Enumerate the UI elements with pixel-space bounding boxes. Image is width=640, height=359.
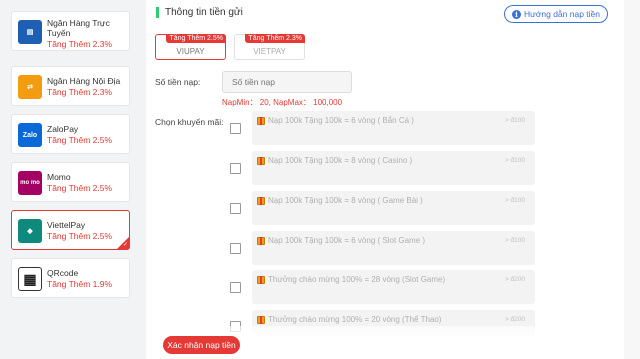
info-icon: i xyxy=(511,9,521,19)
method-bonus: Tăng Thêm 2.5% xyxy=(47,183,113,193)
domestic-bank-icon: ⇄ xyxy=(18,75,42,99)
promotion-text: Nạp 100k Tặng 100k = 8 vòng ( Game Bài ) xyxy=(268,196,423,205)
momo-icon: mo mo xyxy=(18,171,42,195)
amount-limits: NapMin： 20, NạpMax： 100,000 xyxy=(222,98,343,107)
method-bonus: Tăng Thêm 2.5% xyxy=(47,135,113,145)
page-title: Thông tin tiền gửi xyxy=(165,7,243,18)
channel-label: VIETPAY xyxy=(253,47,286,56)
deposit-page: ▤ Ngân Hàng Trực Tuyến Tăng Thêm 2.3% ⇄ N… xyxy=(0,0,640,359)
promotion-min: > đ100 xyxy=(504,197,525,204)
section-accent-bar xyxy=(156,7,159,18)
method-name: QRcode xyxy=(47,268,79,278)
method-online-bank[interactable]: ▤ Ngân Hàng Trực Tuyến Tăng Thêm 2.3% xyxy=(11,11,130,51)
promotion-text: Thưởng chào mừng 100% = 28 vòng (Slot Ga… xyxy=(268,275,446,284)
method-bonus: Tăng Thêm 2.3% xyxy=(47,39,113,49)
promotion-item[interactable]: Nạp 100k Tặng 100k = 6 vòng ( Slot Game … xyxy=(252,231,535,265)
promotion-item[interactable]: Thưởng chào mừng 100% = 28 vòng (Slot Ga… xyxy=(252,270,535,304)
gift-icon xyxy=(257,316,265,324)
gift-icon xyxy=(257,276,265,284)
deposit-guide-label: Hướng dẫn nạp tiền xyxy=(523,9,600,19)
online-bank-icon: ▤ xyxy=(18,20,42,44)
promotion-item[interactable]: Nạp 100k Tặng 100k = 8 vòng ( Game Bài )… xyxy=(252,191,535,225)
promotion-min: > đ200 xyxy=(504,316,525,323)
promotion-item[interactable]: Nạp 100k Tặng 100k = 8 vòng ( Casino ) >… xyxy=(252,151,535,185)
check-icon: ✓ xyxy=(122,242,128,248)
promotion-text: Nạp 100k Tặng 100k = 6 vòng ( Bắn Cá ) xyxy=(268,116,414,125)
promotion-label: Chọn khuyến mãi: xyxy=(155,117,224,127)
scrollbar[interactable] xyxy=(624,0,640,359)
method-qrcode[interactable]: ▦ QRcode Tăng Thêm 1.9% xyxy=(11,258,130,298)
gift-icon xyxy=(257,197,265,205)
promotion-min: > đ100 xyxy=(504,157,525,164)
zalopay-icon: Zalo xyxy=(18,123,42,147)
promotion-checkbox[interactable] xyxy=(230,243,241,254)
promotion-min: > đ200 xyxy=(504,276,525,283)
deposit-guide-button[interactable]: i Hướng dẫn nạp tiền xyxy=(504,5,608,23)
channel-bonus-tag: Tăng Thêm 2.5% xyxy=(166,34,226,43)
qrcode-icon: ▦ xyxy=(18,267,42,291)
method-name: Ngân Hàng Nội Địa xyxy=(47,76,121,86)
channel-label: VIUPAY xyxy=(176,47,205,56)
channel-bonus-tag: Tăng Thêm 2.3% xyxy=(245,34,305,43)
amount-label: Số tiền nạp: xyxy=(155,77,201,87)
payment-method-sidebar: ▤ Ngân Hàng Trực Tuyến Tăng Thêm 2.3% ⇄ N… xyxy=(0,0,146,359)
promotion-item[interactable]: Nạp 100k Tặng 100k = 6 vòng ( Bắn Cá ) >… xyxy=(252,111,535,145)
promotion-text: Nạp 100k Tặng 100k = 6 vòng ( Slot Game … xyxy=(268,236,426,245)
promotion-min: > đ100 xyxy=(504,237,525,244)
method-name: ZaloPay xyxy=(47,124,79,134)
method-viettelpay[interactable]: ◆ ViettelPay Tăng Thêm 2.5% ✓ xyxy=(11,210,130,250)
method-bonus: Tăng Thêm 1.9% xyxy=(47,279,113,289)
method-bonus: Tăng Thêm 2.3% xyxy=(47,87,113,97)
promotion-min: > đ100 xyxy=(504,117,525,124)
deposit-form-panel: Thông tin tiền gửi i Hướng dẫn nạp tiền … xyxy=(146,0,624,359)
promotion-text: Thưởng chào mừng 100% = 20 vòng (Thể Tha… xyxy=(268,315,442,324)
gift-icon xyxy=(257,237,265,245)
amount-input[interactable] xyxy=(222,71,352,93)
promotion-text: Nạp 100k Tặng 100k = 8 vòng ( Casino ) xyxy=(268,156,413,165)
method-zalopay[interactable]: Zalo ZaloPay Tăng Thêm 2.5% xyxy=(11,114,130,154)
gift-icon xyxy=(257,117,265,125)
method-name: Ngân Hàng Trực Tuyến xyxy=(47,18,110,38)
method-bonus: Tăng Thêm 2.5% xyxy=(47,231,113,241)
method-domestic-bank[interactable]: ⇄ Ngân Hàng Nội Địa Tăng Thêm 2.3% xyxy=(11,66,130,106)
gift-icon xyxy=(257,157,265,165)
promotion-checkbox[interactable] xyxy=(230,282,241,293)
promotion-checkbox[interactable] xyxy=(230,123,241,134)
channel-viupay[interactable]: Tăng Thêm 2.5% VIUPAY xyxy=(155,34,226,60)
method-momo[interactable]: mo mo Momo Tăng Thêm 2.5% xyxy=(11,162,130,202)
confirm-deposit-button[interactable]: Xác nhận nạp tiền xyxy=(163,336,240,354)
method-name: ViettelPay xyxy=(47,220,86,230)
method-name: Momo xyxy=(47,172,71,182)
channel-vietpay[interactable]: Tăng Thêm 2.3% VIETPAY xyxy=(234,34,305,60)
viettelpay-icon: ◆ xyxy=(18,219,42,243)
promotion-checkbox[interactable] xyxy=(230,203,241,214)
promotion-checkbox[interactable] xyxy=(230,163,241,174)
